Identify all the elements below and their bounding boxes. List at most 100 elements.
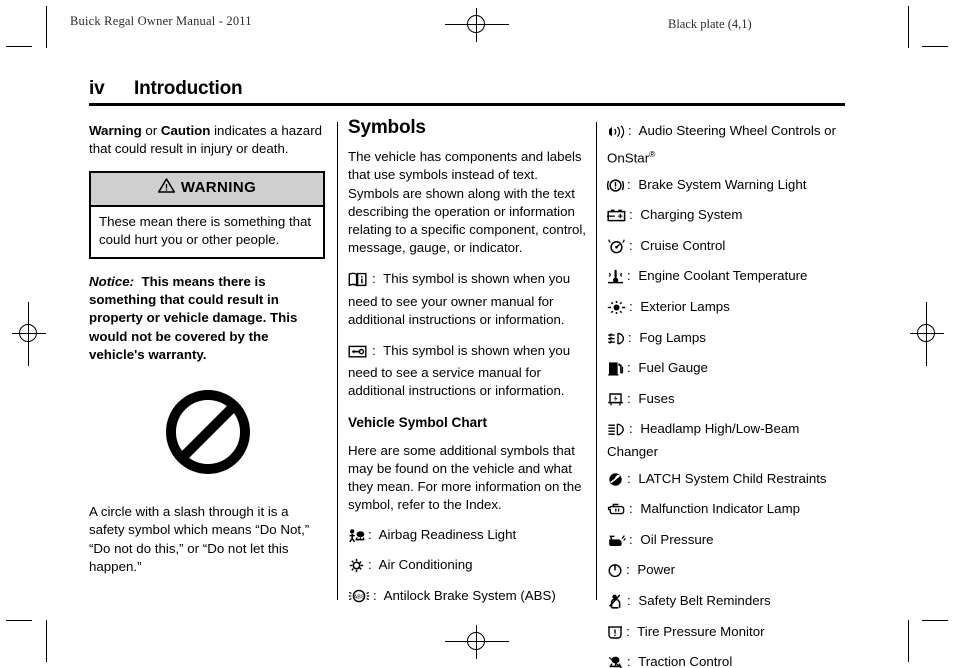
notice-paragraph: Notice: This means there is something th…	[89, 273, 327, 364]
cruise-control-icon	[607, 239, 626, 260]
crop-mark-top-right-horizontal	[922, 46, 948, 47]
list-item: : Tire Pressure Monitor	[607, 623, 845, 646]
fog-lamps-icon	[607, 331, 625, 352]
list-item: : Exterior Lamps	[607, 298, 845, 321]
engine-coolant-temperature-icon	[607, 269, 624, 290]
owner-manual-book-icon	[348, 272, 367, 292]
symbol-label: Cruise Control	[640, 237, 726, 253]
column-divider-1	[327, 122, 348, 600]
symbol-colon: :	[629, 237, 633, 253]
vehicle-symbol-chart-intro: Here are some additional symbols that ma…	[348, 442, 582, 513]
list-item: : Charging System	[607, 206, 845, 229]
title-divider-rule	[89, 103, 845, 106]
crop-mark-bottom-right-horizontal	[922, 620, 948, 621]
list-item: : Headlamp High/Low-Beam Changer	[607, 420, 845, 461]
symbol-label: Brake System Warning Light	[638, 176, 807, 192]
symbol-label: Fuses	[638, 390, 675, 406]
symbol-colon: :	[629, 531, 633, 547]
symbol-label: Air Conditioning	[378, 557, 473, 573]
column-divider-2	[586, 122, 607, 600]
list-item: : Engine Coolant Temperature	[607, 267, 845, 290]
symbol-colon: :	[627, 268, 631, 284]
symbol-colon: :	[368, 526, 372, 542]
running-head-left: Buick Regal Owner Manual - 2011	[70, 14, 252, 28]
audio-steering-wheel-icon	[607, 125, 625, 145]
tire-pressure-monitor-icon	[607, 625, 623, 646]
list-item: : Fuses	[607, 390, 845, 413]
warning-triangle-icon	[157, 178, 175, 198]
symbol-label: Audio Steering Wheel Controls or OnStar	[607, 123, 837, 166]
symbol-colon: :	[626, 623, 630, 639]
fuel-gauge-icon	[607, 361, 624, 382]
list-item: : Airbag Readiness Light	[348, 526, 586, 549]
symbol-colon: :	[629, 298, 633, 314]
registration-mark-right	[910, 302, 944, 366]
symbol-colon: :	[627, 470, 631, 486]
list-item: : Cruise Control	[607, 237, 845, 260]
list-item: : Brake System Warning Light	[606, 176, 845, 199]
symbol-colon: :	[627, 592, 631, 608]
symbol-label: Charging System	[640, 207, 743, 223]
symbol-label: Antilock Brake System (ABS)	[383, 587, 556, 603]
symbol-label: Fog Lamps	[639, 329, 706, 345]
service-manual-symbol-paragraph: : This symbol is shown when you need to …	[348, 342, 586, 401]
circle-slash-figure	[89, 388, 327, 481]
list-item: : Fuel Gauge	[607, 359, 845, 382]
chapter-title: Introduction	[134, 78, 243, 99]
symbol-label: Safety Belt Reminders	[638, 592, 771, 608]
crop-mark-bottom-right-vertical	[908, 620, 909, 662]
list-item: : Audio Steering Wheel Controls or OnSta…	[607, 122, 845, 168]
list-item: ABS : Antilock Brake System (ABS)	[348, 587, 586, 610]
symbol-label: Oil Pressure	[640, 531, 714, 547]
abs-icon: ABS	[348, 588, 370, 610]
fuses-icon	[607, 392, 624, 413]
traction-control-icon	[607, 655, 624, 668]
warning-caution-intro: Warning or Caution indicates a hazard th…	[89, 122, 327, 158]
symbol-colon: :	[627, 390, 631, 406]
registration-mark-bottom	[445, 625, 509, 659]
symbol-colon: :	[629, 207, 633, 223]
symbol-colon: :	[627, 360, 631, 376]
three-column-body: Warning or Caution indicates a hazard th…	[89, 117, 845, 668]
symbol-label: Malfunction Indicator Lamp	[640, 501, 801, 517]
manual-page: Buick Regal Owner Manual - 2011 Black pl…	[0, 0, 954, 668]
registration-mark-left	[12, 302, 46, 366]
power-icon	[607, 563, 623, 584]
page-title-block: iv Introduction	[89, 78, 845, 106]
list-item: : Oil Pressure	[607, 531, 845, 554]
intro-connector: or	[141, 123, 161, 138]
service-manual-symbol-text: This symbol is shown when you need to se…	[348, 343, 571, 399]
symbol-colon: :	[629, 501, 633, 517]
symbol-label: Fuel Gauge	[638, 360, 708, 376]
oil-pressure-icon	[607, 533, 626, 554]
owner-manual-symbol-paragraph: : This symbol is shown when you need to …	[348, 270, 586, 329]
crop-mark-top-right-vertical	[908, 6, 909, 48]
column-middle: Symbols The vehicle has components and l…	[348, 117, 586, 603]
list-item: : Malfunction Indicator Lamp	[607, 500, 845, 523]
symbol-colon: :	[628, 123, 632, 138]
registered-trademark-mark: ®	[649, 148, 656, 159]
symbol-colon: :	[628, 329, 632, 345]
symbol-colon: :	[368, 557, 372, 573]
symbol-label: Tire Pressure Monitor	[637, 623, 765, 639]
circle-slash-description: A circle with a slash through it is a sa…	[89, 504, 310, 574]
warning-callout-body: These mean there is something that could…	[99, 213, 312, 247]
registration-mark-top	[445, 8, 509, 42]
symbol-label: LATCH System Child Restraints	[638, 470, 827, 486]
crop-mark-top-left-horizontal	[6, 46, 32, 47]
symbol-colon: :	[629, 421, 633, 437]
running-head-right: Black plate (4,1)	[668, 17, 752, 31]
airbag-readiness-icon	[348, 528, 365, 549]
headlamp-high-low-beam-icon	[607, 422, 626, 443]
safety-belt-reminder-icon	[607, 594, 624, 615]
symbol-label: Exterior Lamps	[640, 298, 730, 314]
symbols-section-heading: Symbols	[348, 117, 426, 138]
list-item: : Safety Belt Reminders	[607, 592, 845, 615]
owner-manual-symbol-text: This symbol is shown when you need to se…	[348, 271, 571, 327]
warning-callout-box: WARNING These mean there is something th…	[89, 171, 325, 260]
page-folio: iv	[89, 78, 105, 99]
exterior-lamps-icon	[607, 300, 626, 321]
list-item: : Air Conditioning	[348, 556, 586, 579]
caution-word: Caution	[160, 123, 211, 138]
crop-mark-bottom-left-horizontal	[6, 620, 32, 621]
